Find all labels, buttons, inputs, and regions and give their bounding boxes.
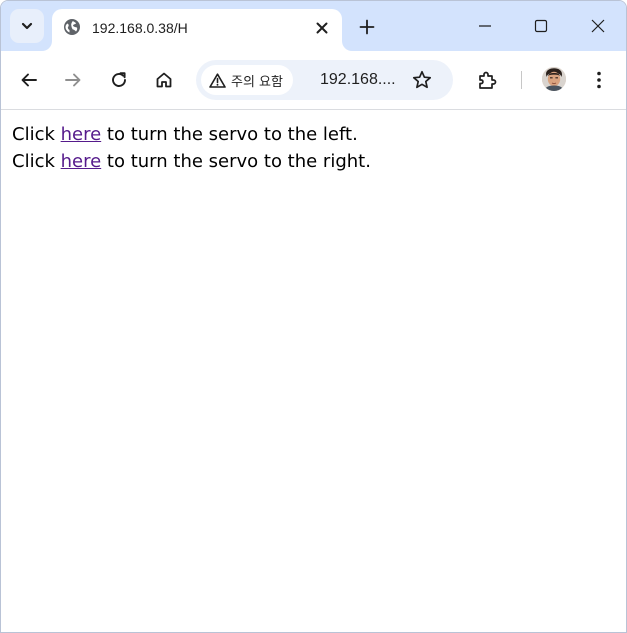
tab-close-button[interactable] bbox=[311, 17, 333, 39]
maximize-icon bbox=[534, 19, 548, 33]
security-chip[interactable]: 주의 요함 bbox=[201, 65, 293, 95]
arrow-left-icon bbox=[21, 73, 37, 87]
tab-title: 192.168.0.38/H bbox=[92, 20, 188, 36]
close-window-button[interactable] bbox=[575, 6, 621, 46]
bookmark-button[interactable] bbox=[411, 69, 433, 91]
tab-strip: 192.168.0.38/H bbox=[1, 1, 626, 51]
turn-left-link[interactable]: here bbox=[61, 124, 102, 145]
new-tab-button[interactable] bbox=[354, 14, 380, 40]
maximize-button[interactable] bbox=[518, 6, 564, 46]
star-icon bbox=[412, 70, 432, 89]
avatar[interactable] bbox=[542, 67, 566, 91]
line-suffix: to turn the servo to the left. bbox=[101, 124, 358, 145]
browser-window: 192.168.0.38/H 주의 요함 192.168.... Click h… bbox=[0, 0, 627, 633]
toolbar: 주의 요함 192.168.... bbox=[1, 51, 626, 110]
turn-right-link[interactable]: here bbox=[61, 151, 102, 172]
toolbar-separator bbox=[521, 71, 522, 89]
arrow-right-icon bbox=[65, 73, 81, 87]
forward-button[interactable] bbox=[57, 64, 89, 96]
url-text[interactable]: 192.168.... bbox=[320, 71, 396, 89]
security-label: 주의 요함 bbox=[231, 74, 283, 90]
line-prefix: Click bbox=[12, 124, 61, 145]
reload-icon bbox=[112, 72, 126, 87]
menu-button[interactable] bbox=[583, 64, 615, 96]
tab-search-button[interactable] bbox=[10, 9, 44, 43]
servo-right-line: Click here to turn the servo to the righ… bbox=[12, 151, 371, 172]
home-button[interactable] bbox=[148, 64, 180, 96]
plus-icon bbox=[359, 19, 375, 35]
reload-button[interactable] bbox=[103, 64, 135, 96]
page-content: Click here to turn the servo to the left… bbox=[1, 110, 626, 632]
globe-icon bbox=[64, 19, 80, 35]
address-bar[interactable]: 주의 요함 192.168.... bbox=[196, 60, 453, 100]
puzzle-icon bbox=[479, 71, 497, 89]
close-icon bbox=[591, 19, 605, 33]
profile-avatar-image bbox=[542, 67, 566, 91]
close-icon bbox=[316, 22, 328, 34]
back-button[interactable] bbox=[13, 64, 45, 96]
tab-active[interactable]: 192.168.0.38/H bbox=[52, 9, 342, 51]
chevron-down-icon bbox=[21, 22, 33, 30]
minimize-button[interactable] bbox=[462, 6, 508, 46]
line-suffix: to turn the servo to the right. bbox=[101, 151, 371, 172]
kebab-menu-icon bbox=[597, 71, 601, 89]
minimize-icon bbox=[479, 25, 491, 27]
servo-left-line: Click here to turn the servo to the left… bbox=[12, 124, 358, 145]
line-prefix: Click bbox=[12, 151, 61, 172]
home-icon bbox=[156, 72, 172, 88]
extensions-button[interactable] bbox=[471, 64, 503, 96]
warning-icon bbox=[209, 72, 226, 88]
